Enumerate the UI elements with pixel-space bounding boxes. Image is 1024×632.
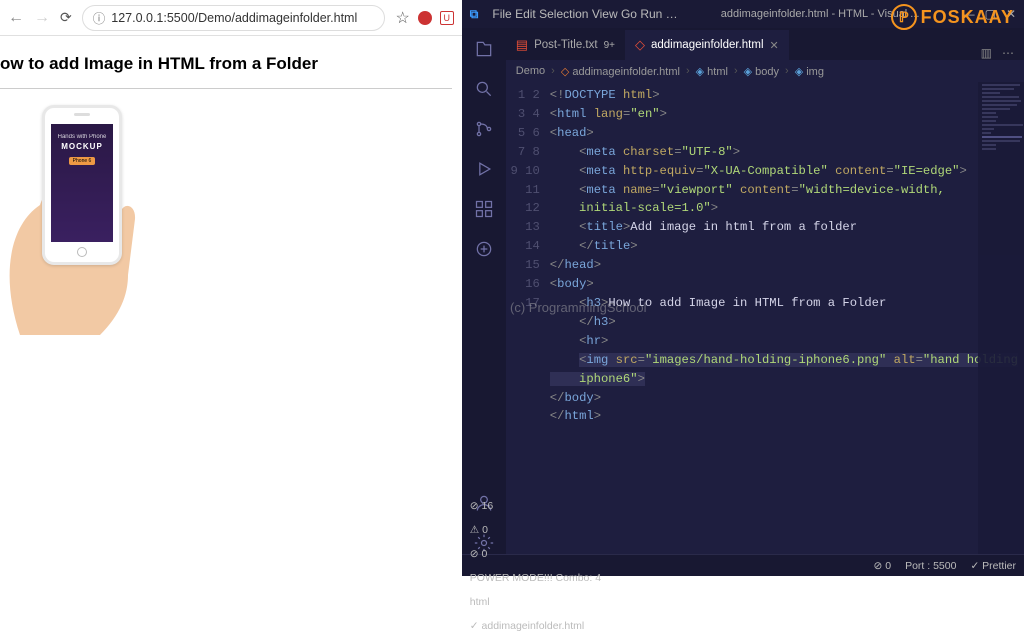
toolbar-right: ☆ U (395, 8, 453, 28)
code-line-8: </title> (550, 237, 1018, 256)
activity-bar (462, 28, 506, 554)
activity-extra-icon[interactable] (473, 238, 495, 260)
reload-icon[interactable]: ⟳ (60, 9, 72, 26)
menu-file[interactable]: File (492, 7, 511, 21)
menu-edit[interactable]: Edit (515, 7, 536, 21)
code-line-3: <head> (550, 124, 1018, 143)
tab-badge: 9+ (604, 40, 615, 51)
breadcrumbs[interactable]: Demo›◇ addimageinfolder.html›◈ html›◈ bo… (506, 60, 1024, 82)
crumb-img[interactable]: ◈ img (795, 65, 824, 78)
more-icon[interactable]: ⋯ (1002, 46, 1014, 60)
info-icon: ⓘ (93, 8, 106, 27)
file-icon: ▤ (516, 37, 528, 53)
status-item[interactable]: ✓ Prettier (970, 560, 1016, 572)
menu-…[interactable]: … (666, 7, 678, 21)
rendered-page: ow to add Image in HTML from a Folder Ha… (0, 36, 462, 335)
browser-pane: ← → ⟳ ⓘ 127.0.0.1:5500/Demo/addimageinfo… (0, 0, 462, 576)
brand-watermark: ℙ FOSKAAY (891, 4, 1014, 30)
code-line-10: <body> (550, 275, 1018, 294)
vscode-pane: ⧉ File Edit Selection View Go Run … addi… (462, 0, 1024, 576)
crumb-addimageinfolder.html[interactable]: ◇ addimageinfolder.html (561, 65, 680, 78)
center-watermark: (c) ProgrammingSchool (510, 300, 647, 315)
phone-frame: Hands with Phone MOCKUP Phone 6 (42, 105, 122, 265)
ext-icon-1[interactable] (418, 11, 432, 25)
tab-Post-Title.txt[interactable]: ▤ Post-Title.txt 9+ (506, 30, 625, 60)
code-line-1: <!DOCTYPE html> (550, 86, 1018, 105)
source-control-icon[interactable] (473, 118, 495, 140)
url-text: 127.0.0.1:5500/Demo/addimageinfolder.htm… (111, 11, 357, 25)
forward-icon[interactable]: → (34, 9, 50, 27)
code-line-5: <meta http-equiv="X-UA-Compatible" conte… (550, 162, 1018, 181)
minimap[interactable] (978, 82, 1024, 554)
status-item[interactable]: ⊘ 0 (874, 560, 892, 572)
tab-label: addimageinfolder.html (651, 39, 764, 51)
vscode-logo-icon: ⧉ (470, 7, 479, 22)
menu-bar: File Edit Selection View Go Run … (492, 7, 677, 21)
crumb-Demo[interactable]: Demo (516, 65, 545, 77)
back-icon[interactable]: ← (8, 9, 24, 27)
status-item[interactable]: POWER MODE!!! Combo: 4 (470, 572, 601, 584)
tab-addimageinfolder.html[interactable]: ◇ addimageinfolder.html ✕ (625, 30, 789, 60)
menu-run[interactable]: Run (640, 7, 662, 21)
code-line-6: <meta name="viewport" content="width=dev… (550, 181, 1018, 219)
code-line-12: </h3> (550, 313, 1018, 332)
crumb-body[interactable]: ◈ body (744, 65, 779, 78)
menu-go[interactable]: Go (621, 7, 637, 21)
code-lines[interactable]: <!DOCTYPE html><html lang="en"><head> <m… (550, 82, 1024, 554)
extensions-icon[interactable] (473, 198, 495, 220)
menu-view[interactable]: View (592, 7, 618, 21)
code-line-4: <meta charset="UTF-8"> (550, 143, 1018, 162)
ext-icon-2[interactable]: U (440, 11, 454, 25)
page-divider (0, 88, 452, 89)
code-line-13: <hr> (550, 332, 1018, 351)
editor-area: ▤ Post-Title.txt 9+ ◇ addimageinfolder.h… (506, 28, 1024, 554)
tab-label: Post-Title.txt (534, 39, 597, 51)
crumb-html[interactable]: ◈ html (696, 65, 728, 78)
status-item[interactable]: html (470, 596, 601, 608)
tab-actions: ▥ ⋯ (971, 46, 1024, 60)
page-heading: ow to add Image in HTML from a Folder (0, 54, 452, 74)
status-right: ⊘ 0 Port : 5500 ✓ Prettier (874, 560, 1017, 572)
code-line-7: <title>Add image in html from a folder (550, 218, 1018, 237)
brand-logo-icon: ℙ (891, 4, 917, 30)
code-line-16: </body> (550, 389, 1018, 408)
explorer-icon[interactable] (473, 38, 495, 60)
code-line-17: </html> (550, 407, 1018, 426)
close-tab-icon[interactable]: ✕ (770, 39, 779, 52)
address-bar[interactable]: ⓘ 127.0.0.1:5500/Demo/addimageinfolder.h… (82, 5, 386, 31)
page-image: Hands with Phone MOCKUP Phone 6 (0, 105, 150, 325)
status-item[interactable]: Port : 5500 (905, 560, 956, 572)
code-line-9: </head> (550, 256, 1018, 275)
code-line-2: <html lang="en"> (550, 105, 1018, 124)
browser-toolbar: ← → ⟳ ⓘ 127.0.0.1:5500/Demo/addimageinfo… (0, 0, 462, 36)
menu-selection[interactable]: Selection (539, 7, 588, 21)
run-debug-icon[interactable] (473, 158, 495, 180)
split-editor-icon[interactable]: ▥ (981, 46, 992, 60)
code-line-14: <img src="images/hand-holding-iphone6.pn… (550, 351, 1018, 389)
code-editor[interactable]: 1 2 3 4 5 6 7 8 9 10 11 12 13 14 15 16 1… (506, 82, 1024, 554)
line-gutter: 1 2 3 4 5 6 7 8 9 10 11 12 13 14 15 16 1… (506, 82, 550, 554)
html-icon: ◇ (635, 37, 645, 53)
status-item[interactable]: ✓ addimageinfolder.html (470, 620, 601, 632)
star-icon[interactable]: ☆ (395, 8, 409, 28)
status-bar: ⊘ 16 ⚠ 0 ⊘ 0 POWER MODE!!! Combo: 4 html… (462, 554, 1024, 576)
editor-tabs: ▤ Post-Title.txt 9+ ◇ addimageinfolder.h… (506, 28, 1024, 60)
search-icon[interactable] (473, 78, 495, 100)
